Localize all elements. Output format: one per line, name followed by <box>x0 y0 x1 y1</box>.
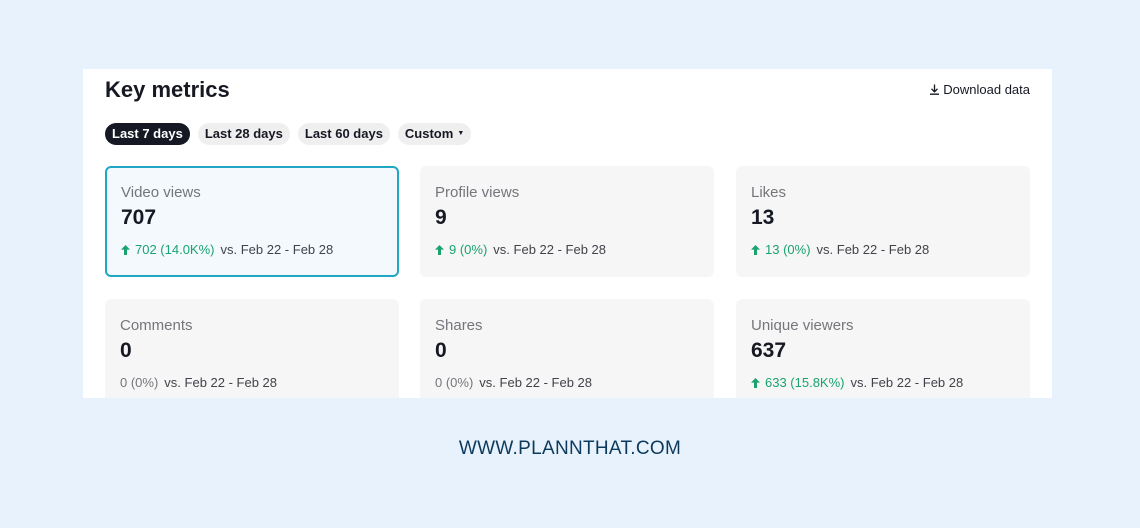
metric-value: 637 <box>751 339 787 362</box>
arrow-up-icon <box>121 244 130 255</box>
date-range-tabs: Last 7 days Last 28 days Last 60 days Cu… <box>105 123 472 145</box>
tab-label: Last 60 days <box>304 126 383 141</box>
metric-change: 0 (0%) vs. Feb 22 - Feb 28 <box>120 375 277 390</box>
metric-change: 702 (14.0K%) vs. Feb 22 - Feb 28 <box>121 242 333 257</box>
metric-value: 707 <box>121 206 157 229</box>
website-url: WWW.PLANNTHAT.COM <box>458 438 682 459</box>
metric-change: 0 (0%) vs. Feb 22 - Feb 28 <box>435 375 592 390</box>
tab-last-28-days[interactable]: Last 28 days <box>197 123 290 145</box>
metric-comparison: vs. Feb 22 - Feb 28 <box>493 242 607 257</box>
metric-value: 9 <box>435 206 447 229</box>
metric-label: Unique viewers <box>751 317 854 334</box>
caret-down-icon: ▼ <box>457 130 465 137</box>
metric-delta-text: 9 (0%) <box>449 242 488 257</box>
tab-last-7-days[interactable]: Last 7 days <box>105 123 190 145</box>
metric-card-likes[interactable]: Likes 13 13 (0%) vs. Feb 22 - Feb 28 <box>736 166 1030 277</box>
metric-value: 13 <box>751 206 775 229</box>
metric-label: Profile views <box>435 184 520 201</box>
metric-delta-text: 0 (0%) <box>435 375 474 390</box>
metric-delta: 0 (0%) <box>435 375 473 390</box>
metric-label: Video views <box>121 184 201 201</box>
metric-card-profile-views[interactable]: Profile views 9 9 (0%) vs. Feb 22 - Feb … <box>420 166 714 277</box>
tab-last-60-days[interactable]: Last 60 days <box>297 123 390 145</box>
download-data-label: Download data <box>943 82 1030 97</box>
metric-delta: 9 (0%) <box>435 242 487 257</box>
metric-card-comments[interactable]: Comments 0 0 (0%) vs. Feb 22 - Feb 28 <box>105 299 399 398</box>
metric-delta-text: 13 (0%) <box>765 242 811 257</box>
key-metrics-panel: Key metrics Download data Last 7 days La… <box>83 69 1052 398</box>
metric-change: 633 (15.8K%) vs. Feb 22 - Feb 28 <box>751 375 963 390</box>
metric-label: Comments <box>120 317 193 334</box>
metric-comparison: vs. Feb 22 - Feb 28 <box>850 375 964 390</box>
metric-delta: 702 (14.0K%) <box>121 242 215 257</box>
metric-delta-text: 0 (0%) <box>120 375 159 390</box>
metric-delta-text: 633 (15.8K%) <box>765 375 845 390</box>
metric-card-video-views[interactable]: Video views 707 702 (14.0K%) vs. Feb 22 … <box>105 166 399 277</box>
metric-card-shares[interactable]: Shares 0 0 (0%) vs. Feb 22 - Feb 28 <box>420 299 714 398</box>
metric-change: 13 (0%) vs. Feb 22 - Feb 28 <box>751 242 929 257</box>
metric-delta: 13 (0%) <box>751 242 811 257</box>
arrow-up-icon <box>435 244 444 255</box>
tab-label: Last 28 days <box>204 126 283 141</box>
metric-delta-text: 702 (14.0K%) <box>135 242 215 257</box>
metric-value: 0 <box>435 339 447 362</box>
download-icon <box>930 84 940 95</box>
metric-change: 9 (0%) vs. Feb 22 - Feb 28 <box>435 242 606 257</box>
metric-comparison: vs. Feb 22 - Feb 28 <box>479 375 593 390</box>
metric-delta: 633 (15.8K%) <box>751 375 845 390</box>
metric-comparison: vs. Feb 22 - Feb 28 <box>220 242 334 257</box>
tab-custom[interactable]: Custom ▼ <box>397 123 472 145</box>
metric-comparison: vs. Feb 22 - Feb 28 <box>164 375 278 390</box>
metric-card-unique-viewers[interactable]: Unique viewers 637 633 (15.8K%) vs. Feb … <box>736 299 1030 398</box>
page-title: Key metrics <box>105 77 230 102</box>
metric-value: 0 <box>120 339 132 362</box>
metric-label: Likes <box>751 184 787 201</box>
download-data-button[interactable]: Download data <box>929 82 1030 97</box>
tab-label: Custom <box>404 126 454 141</box>
metric-label: Shares <box>435 317 483 334</box>
tab-label: Last 7 days <box>112 126 183 141</box>
metric-delta: 0 (0%) <box>120 375 158 390</box>
arrow-up-icon <box>751 244 760 255</box>
arrow-up-icon <box>751 377 760 388</box>
metric-comparison: vs. Feb 22 - Feb 28 <box>816 242 930 257</box>
